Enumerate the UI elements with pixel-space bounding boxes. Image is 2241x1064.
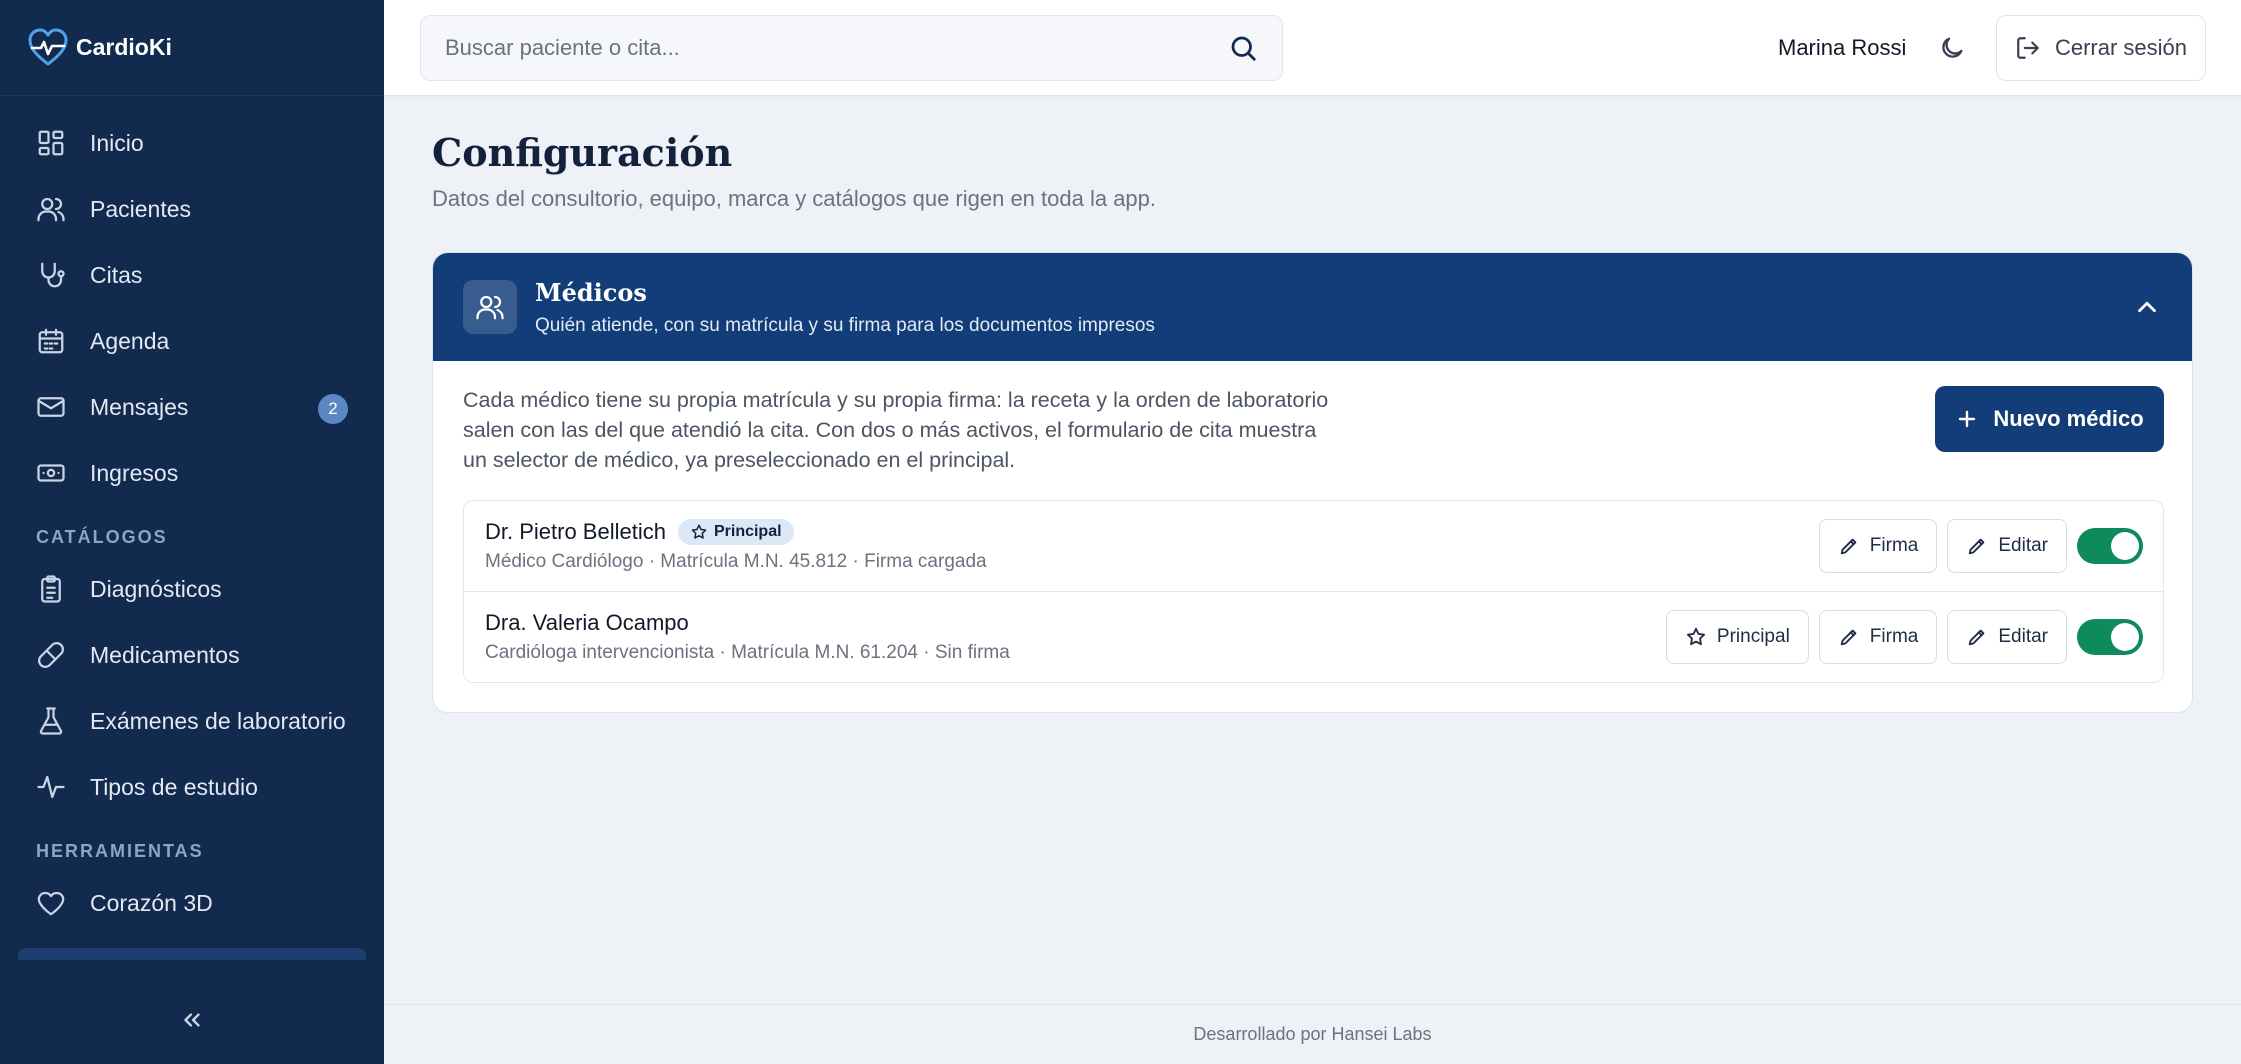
- main-nav: Inicio Pacientes Citas Agenda Mensajes 2…: [0, 96, 384, 936]
- mail-icon: [36, 392, 66, 422]
- footer: Desarrollado por Hansei Labs: [384, 1004, 2241, 1064]
- collapse-sidebar-button[interactable]: [0, 975, 384, 1064]
- search-box: [420, 15, 1283, 81]
- brand-name: CardioKi: [76, 34, 172, 60]
- logout-label: Cerrar sesión: [2054, 35, 2188, 60]
- sidebar-item-label: Ingresos: [90, 459, 179, 486]
- sidebar-active-highlight: [18, 948, 366, 960]
- heart-pulse-logo-icon: [28, 28, 68, 65]
- active-toggle[interactable]: [2077, 619, 2143, 655]
- sidebar-item-label: Inicio: [90, 129, 144, 156]
- doctor-row: Dr. Pietro Belletich Principal Médico Ca…: [464, 501, 2163, 592]
- signature-label: Firma: [1869, 626, 1919, 647]
- sidebar-item-corazon-3d[interactable]: Corazón 3D: [0, 870, 384, 936]
- user-name: Marina Rossi: [1778, 35, 1907, 60]
- star-icon: [1686, 627, 1705, 646]
- doctor-list: Dr. Pietro Belletich Principal Médico Ca…: [463, 500, 2164, 683]
- sidebar-item-label: Exámenes de laboratorio: [90, 707, 346, 734]
- unread-badge: 2: [318, 394, 348, 424]
- sidebar-item-tipos-estudio[interactable]: Tipos de estudio: [0, 754, 384, 820]
- pill-icon: [36, 640, 66, 670]
- sidebar-item-label: Mensajes: [90, 393, 189, 420]
- pen-icon: [1840, 629, 1857, 646]
- logout-button[interactable]: Cerrar sesión: [1996, 15, 2206, 81]
- sidebar-item-examenes[interactable]: Exámenes de laboratorio: [0, 688, 384, 754]
- star-icon: [691, 524, 707, 539]
- edit-label: Editar: [1998, 535, 2048, 556]
- sidebar: CardioKi Inicio Pacientes Citas Agenda M…: [0, 0, 384, 1064]
- sidebar-item-mensajes[interactable]: Mensajes 2: [0, 374, 384, 440]
- sidebar-item-label: Citas: [90, 261, 143, 288]
- chevron-up-icon[interactable]: [2132, 292, 2162, 322]
- chevrons-left-icon: [184, 1012, 200, 1027]
- principal-badge: Principal: [677, 519, 794, 545]
- theme-toggle-button[interactable]: [1934, 30, 1970, 66]
- doctor-meta: Médico Cardiólogo · Matrícula M.N. 45.81…: [485, 551, 987, 572]
- pencil-icon: [1969, 629, 1985, 646]
- page-title: Configuración: [432, 130, 733, 175]
- sidebar-item-medicamentos[interactable]: Medicamentos: [0, 622, 384, 688]
- section-intro: Cada médico tiene su propia matrícula y …: [463, 388, 1329, 472]
- new-doctor-label: Nuevo médico: [1993, 406, 2144, 431]
- sidebar-item-label: Corazón 3D: [90, 889, 213, 916]
- signature-button[interactable]: Firma: [1818, 519, 1938, 573]
- logout-icon: [2017, 37, 2039, 59]
- section-subtitle: Quién atiende, con su matrícula y su fir…: [535, 314, 1155, 336]
- medicos-card-header[interactable]: Médicos Quién atiende, con su matrícula …: [433, 253, 2192, 361]
- users-icon: [463, 280, 517, 334]
- sidebar-item-label: Pacientes: [90, 195, 192, 222]
- flask-icon: [36, 706, 66, 736]
- edit-button[interactable]: Editar: [1947, 610, 2067, 664]
- sidebar-item-label: Diagnósticos: [90, 575, 222, 602]
- page-subtitle: Datos del consultorio, equipo, marca y c…: [432, 186, 1157, 211]
- doctor-name: Dra. Valeria Ocampo: [485, 610, 689, 635]
- signature-label: Firma: [1869, 535, 1919, 556]
- doctor-name: Dr. Pietro Belletich: [485, 519, 666, 544]
- signature-button[interactable]: Firma: [1818, 610, 1938, 664]
- moon-icon: [1942, 37, 1963, 58]
- set-principal-label: Principal: [1716, 626, 1790, 647]
- pencil-icon: [1969, 538, 1985, 555]
- sidebar-item-label: Tipos de estudio: [90, 773, 258, 800]
- section-herramientas: HERRAMIENTAS: [36, 841, 204, 861]
- new-doctor-button[interactable]: Nuevo médico: [1935, 386, 2164, 452]
- heart-icon: [36, 888, 66, 918]
- pen-icon: [1840, 538, 1857, 555]
- sidebar-item-diagnosticos[interactable]: Diagnósticos: [0, 556, 384, 622]
- users-icon: [36, 194, 66, 224]
- search-input[interactable]: [445, 35, 1228, 61]
- medicos-card: Médicos Quién atiende, con su matrícula …: [432, 252, 2193, 713]
- edit-button[interactable]: Editar: [1947, 519, 2067, 573]
- doctor-meta: Cardióloga intervencionista · Matrícula …: [485, 642, 1010, 663]
- section-catalogos: CATÁLOGOS: [36, 527, 168, 547]
- plus-icon: [1959, 410, 1976, 428]
- sidebar-item-ingresos[interactable]: Ingresos: [0, 440, 384, 506]
- brand[interactable]: CardioKi: [0, 0, 384, 96]
- doctor-row: Dra. Valeria Ocampo Cardióloga intervenc…: [464, 592, 2163, 682]
- activity-icon: [36, 772, 66, 802]
- set-principal-button[interactable]: Principal: [1665, 610, 1809, 664]
- sidebar-item-citas[interactable]: Citas: [0, 242, 384, 308]
- grid-icon: [36, 128, 66, 158]
- calendar-icon: [36, 326, 66, 356]
- sidebar-item-agenda[interactable]: Agenda: [0, 308, 384, 374]
- active-toggle[interactable]: [2077, 528, 2143, 564]
- clipboard-icon: [36, 574, 66, 604]
- sidebar-item-pacientes[interactable]: Pacientes: [0, 176, 384, 242]
- section-title: Médicos: [535, 277, 647, 307]
- search-icon[interactable]: [1228, 33, 1258, 63]
- banknote-icon: [36, 458, 66, 488]
- edit-label: Editar: [1998, 626, 2048, 647]
- sidebar-item-inicio[interactable]: Inicio: [0, 110, 384, 176]
- topbar: Marina Rossi Cerrar sesión: [384, 0, 2241, 96]
- stethoscope-icon: [36, 260, 66, 290]
- sidebar-item-label: Medicamentos: [90, 641, 240, 668]
- principal-badge-label: Principal: [713, 523, 782, 540]
- sidebar-item-label: Agenda: [90, 327, 170, 354]
